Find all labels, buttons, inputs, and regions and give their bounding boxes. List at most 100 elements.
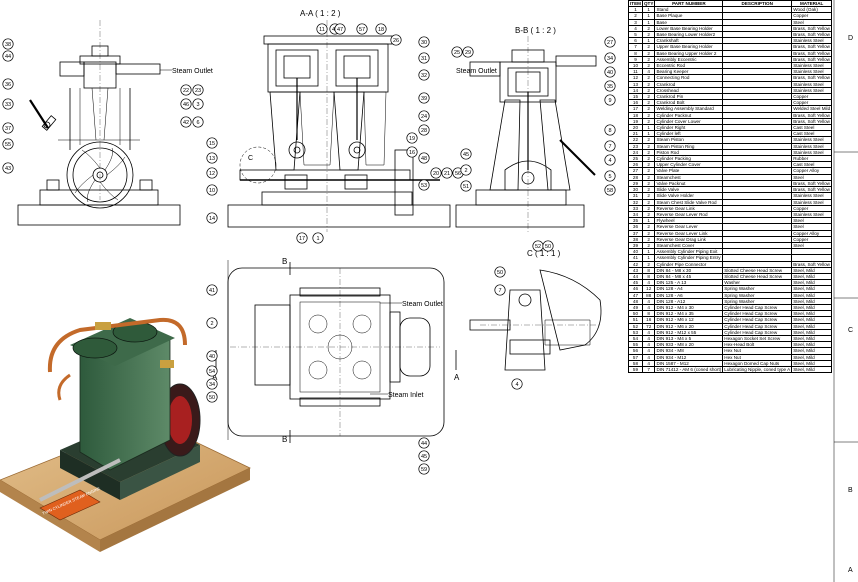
balloon-label: 28 (421, 128, 427, 134)
table-row: 45 4 DIN 125 - A 13 Washer Steel, Mild (628, 279, 833, 287)
balloon-label: 27 (607, 40, 613, 46)
bom-description: Lubricating Nipple, coned type A (722, 365, 793, 374)
balloon-label: 2 (464, 168, 467, 174)
table-row: 50 8 DIN 912 - M4 x 35 Cylinder Head Cap Sc… (628, 310, 833, 318)
zone-b: B (848, 487, 853, 494)
bom-material: Welded Steel Mild (791, 105, 833, 113)
balloon-label: 26 (393, 38, 399, 44)
balloon-label: 53 (421, 183, 427, 189)
balloon-label: 12 (209, 171, 215, 177)
table-row: 47 88 DIN 128 - A6 Spring Washer Steel, Mild (628, 291, 833, 299)
table-row: 53 4 DIN 912 - M12 x 55 Cylinder Head Cap S… (628, 328, 833, 336)
bom-material: Brass, Soft Yellow (791, 24, 833, 33)
balloon-label: 47 (337, 27, 343, 33)
balloon-label: 51 (463, 184, 469, 190)
bom-part-number: Steam Chest Slide Valve Rod (654, 198, 724, 206)
cut-b-top: B (282, 257, 287, 266)
aa-stand (227, 204, 451, 228)
balloon-label: 52 (535, 244, 541, 250)
section-bb-view: B-B ( 1 : 2 ) Steam Outlet (455, 26, 597, 232)
table-row: 52 72 DIN 912 - M6 x 20 Cylinder Head Cap S… (628, 322, 833, 330)
balloon-label: 14 (209, 216, 215, 222)
balloon-label: 35 (607, 84, 613, 90)
bom-material: Brass, Soft Yellow (791, 74, 833, 82)
bom-header-item: ITEM (628, 0, 643, 8)
bom-item: 59 (628, 365, 643, 374)
bom-material: Steel, Mild (791, 365, 833, 374)
balloon-label: 57 (359, 27, 365, 33)
zone-a: A (848, 567, 853, 574)
balloon-label: 17 (299, 236, 305, 242)
balloon-label: 29 (465, 50, 471, 56)
balloon-label: 50 (497, 270, 503, 276)
balloon-label: 59 (421, 467, 427, 473)
section-aa-view: A-A ( 1 : 2 ) C (227, 9, 451, 232)
balloon-label: 5 (608, 174, 611, 180)
balloon-label: 39 (421, 96, 427, 102)
balloon-label: 23 (195, 88, 201, 94)
section-aa-title: A-A ( 1 : 2 ) (300, 9, 341, 18)
bom-part-number: Base Bearing Upper Holder 2 (654, 49, 724, 57)
balloon-label: 42 (183, 120, 189, 126)
table-row: 59 7 DIN 71412 - AM 6 (coned short) Lubrica… (628, 365, 833, 374)
bom-part-number: Upper Base Bearing Holder (654, 43, 724, 51)
bom-material: Brass, Soft Yellow (791, 117, 833, 126)
balloon-label: 46 (183, 102, 189, 108)
bom-description: Slotted Cheese Head Screw (722, 266, 793, 274)
balloon-label: 20 (433, 171, 439, 177)
balloon-label: 4 (608, 158, 611, 164)
balloon-label: 44 (421, 441, 427, 447)
balloon-label: 43 (5, 166, 11, 172)
balloon-label: 8 (608, 128, 611, 134)
balloon-label: 38 (5, 42, 11, 48)
table-row: 55 4 DIN 933 - M8 x 20 Hex-Head Bolt Steel, … (628, 341, 833, 349)
balloon-label: 50 (545, 244, 551, 250)
balloon-label: 34 (607, 56, 613, 62)
detail-c-title: C ( 1 : 1 ) (527, 249, 561, 258)
bom-header-qty: QTY (641, 0, 656, 8)
bb-stand (455, 204, 585, 228)
balloon-label: 7 (498, 288, 501, 294)
balloon-label: 56 (455, 171, 461, 177)
table-row: 49 4 DIN 912 - M4 x 30 Cylinder Head Cap Sc… (628, 303, 833, 312)
table-row: 56 4 DIN 934 - M8 Hex Nut Steel, Mild (628, 347, 833, 355)
plan-stand (227, 267, 445, 437)
bom-part-number: Assembly Cylinder Piping Exit (654, 248, 724, 256)
balloon-label: 1 (316, 236, 319, 242)
sheet-border: D C B A (833, 0, 858, 582)
balloon-label: 31 (421, 56, 427, 62)
balloon-label: 19 (409, 136, 415, 142)
plan-view: Steam Outlet Steam Inlet A A B B (212, 257, 460, 444)
balloon-label: 13 (209, 156, 215, 162)
balloon-label: 30 (421, 40, 427, 46)
balloon-label: 11 (319, 27, 325, 33)
balloon-label: 37 (5, 126, 11, 132)
bom-body: 1 1 Stand Wood (Oak) 2 1 Base Plaque Copper 3 1 Ba… (628, 6, 833, 374)
balloon-label: 45 (463, 152, 469, 158)
bill-of-materials: ITEM QTY PART NUMBER DESCRIPTION MATERIA… (628, 0, 833, 374)
table-row: 46 12 DIN 128 - A4 Spring Washer Steel, Mild (628, 285, 833, 293)
bom-material: Brass, Soft Yellow (791, 111, 833, 119)
balloon-label: 44 (5, 54, 11, 60)
table-row: 57 4 DIN 934 - M12 Hex Nut Steel, Mild (628, 353, 833, 361)
balloon-label: 24 (421, 114, 427, 120)
balloon-label: 40 (209, 354, 215, 360)
balloon-label: 18 (378, 27, 384, 33)
bom-material: Brass, Soft Yellow (791, 179, 833, 188)
balloon-label: 50 (209, 395, 215, 401)
bom-qty: 7 (641, 365, 656, 374)
balloon-label: 10 (209, 188, 215, 194)
table-row: 54 4 DIN 913 - M4 x 5 Hexagon Socket Set Sc… (628, 334, 833, 343)
cut-a-right: A (454, 373, 460, 382)
balloon-label: 4 (515, 382, 518, 388)
table-row: 43 8 DIN 84 - M8 x 30 Slotted Cheese Head S… (628, 266, 833, 274)
table-row: 58 4 DIN 1587 - M12 Hexagon Domed Cap Nuts S… (628, 359, 833, 368)
bom-material: Brass, Soft Yellow (791, 43, 833, 51)
bom-material: Brass, Soft Yellow (791, 49, 833, 57)
bb-steam-outlet-label: Steam Outlet (456, 68, 497, 75)
balloon-label: 16 (409, 150, 415, 156)
section-bb-title: B-B ( 1 : 2 ) (515, 26, 556, 35)
front-base (39, 189, 159, 206)
balloon-label: 36 (5, 82, 11, 88)
balloon-label: 6 (196, 120, 199, 126)
